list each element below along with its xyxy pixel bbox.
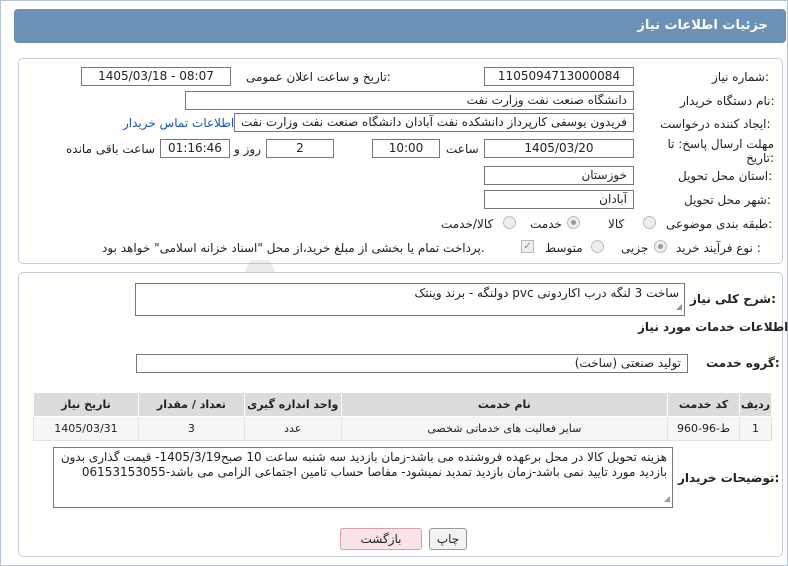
city-field: آبادان (484, 190, 634, 209)
page-title: جزئیات اطلاعات نیاز (637, 18, 768, 33)
description-textarea[interactable]: ساخت 3 لنگه درب اکاردونی pvc دولنگه - بر… (135, 283, 685, 316)
back-button[interactable]: بازگشت (340, 528, 422, 550)
description-text: ساخت 3 لنگه درب اکاردونی pvc دولنگه - بر… (414, 286, 680, 300)
creator-field: فریدون یوسفی کارپرداز دانشکده نفت آبادان… (234, 113, 634, 132)
process-radio-medium[interactable] (591, 240, 604, 253)
page-title-bar: جزئیات اطلاعات نیاز (14, 9, 786, 43)
category-radio-goods-service[interactable] (503, 216, 516, 229)
service-group-label: گروه خدمت: (706, 356, 780, 370)
services-table: ردیف کد خدمت نام خدمت واحد اندازه گیری ت… (33, 392, 772, 441)
need-number-field: 1105094713000084 (484, 67, 634, 86)
services-section-title: اطلاعات خدمات مورد نیاز (638, 320, 788, 334)
category-option-goods: کالا (608, 217, 625, 231)
col-service-code: کد خدمت (667, 392, 741, 417)
description-label: شرح کلی نیاز: (690, 292, 776, 306)
col-row-number: ردیف (739, 392, 772, 417)
cell-service-code: ط-96-960 (667, 416, 741, 441)
process-radio-minor[interactable] (654, 240, 667, 253)
remaining-time-field: 01:16:46 (160, 139, 230, 158)
buyer-contact-link[interactable]: اطلاعات تماس خریدار (123, 116, 234, 130)
buyer-notes-label: توضیحات خریدار: (678, 471, 780, 485)
process-option-medium: متوسط (545, 241, 583, 255)
announce-date-field: 1405/03/18 - 08:07 (81, 67, 231, 86)
col-quantity: تعداد / مقدار (137, 392, 245, 417)
creator-label: ایجاد کننده درخواست: (660, 117, 771, 131)
remaining-days-field: 2 (266, 139, 334, 158)
city-label: شهر محل تحویل: (684, 193, 771, 207)
buyer-notes-text: هزینه تحویل کالا در محل برعهده فروشنده م… (60, 450, 667, 479)
buyer-org-label: نام دستگاه خریدار: (680, 94, 775, 108)
col-need-date: تاریخ نیاز (33, 392, 139, 417)
process-type-label: نوع فرآیند خرید : (676, 241, 761, 255)
deadline-label: مهلت ارسال پاسخ: تا تاریخ: (667, 137, 774, 165)
category-radio-service[interactable] (567, 216, 580, 229)
remaining-time-label: ساعت باقی مانده (66, 142, 156, 156)
need-number-label: شماره نیاز: (712, 70, 770, 84)
days-label: روز و (234, 142, 261, 156)
print-button[interactable]: چاپ (429, 528, 467, 550)
col-service-name: نام خدمت (340, 392, 669, 417)
province-field: خوزستان (484, 166, 634, 185)
treasury-checkbox[interactable]: ✓ (521, 240, 534, 253)
resize-grip-icon: ◢ (675, 302, 682, 311)
announce-date-label: تاریخ و ساعت اعلان عمومی: (246, 70, 391, 84)
category-option-service: خدمت (530, 217, 562, 231)
table-row: 1 ط-96-960 سایر فعالیت های خدماتی شخصی ع… (33, 416, 772, 441)
service-group-field: تولید صنعتی (ساخت) (136, 354, 688, 373)
deadline-time-field: 10:00 (372, 139, 440, 158)
deadline-time-label: ساعت (446, 142, 479, 156)
process-option-minor: جزیی (621, 241, 649, 255)
table-header-row: ردیف کد خدمت نام خدمت واحد اندازه گیری ت… (33, 392, 772, 417)
col-unit: واحد اندازه گیری (243, 392, 342, 417)
treasury-note: پرداخت تمام یا بخشی از مبلغ خرید،از محل … (102, 241, 485, 255)
category-label: طبقه بندی موضوعی: (666, 217, 773, 231)
deadline-date-field: 1405/03/20 (484, 139, 634, 158)
cell-quantity: 3 (137, 416, 245, 441)
buyer-notes-textarea[interactable]: هزینه تحویل کالا در محل برعهده فروشنده م… (53, 447, 673, 508)
category-radio-goods[interactable] (643, 216, 656, 229)
category-option-goods-service: کالا/خدمت (441, 217, 494, 231)
cell-service-name: سایر فعالیت های خدماتی شخصی (340, 416, 669, 441)
cell-row-number: 1 (739, 416, 772, 441)
cell-unit: عدد (243, 416, 342, 441)
resize-grip-icon: ◢ (663, 494, 670, 503)
province-label: استان محل تحویل: (678, 169, 773, 183)
cell-need-date: 1405/03/31 (33, 416, 139, 441)
buyer-org-field: دانشگاه صنعت نفت وزارت نفت (185, 91, 634, 110)
